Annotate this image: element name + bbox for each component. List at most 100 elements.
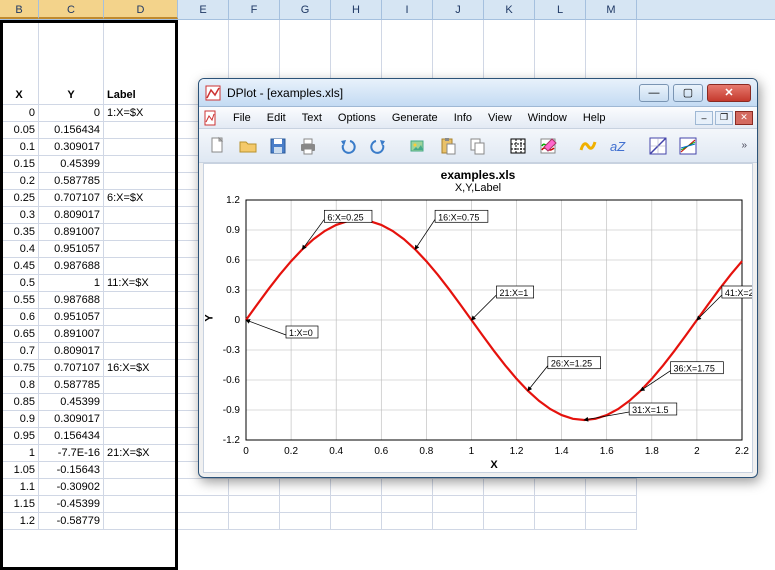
data-cell[interactable]: 1.05 (0, 462, 39, 479)
data-cell[interactable] (331, 496, 382, 513)
header-cell[interactable]: X (0, 20, 39, 105)
data-cell[interactable]: 1.1 (0, 479, 39, 496)
data-cell[interactable]: 0.951057 (39, 309, 104, 326)
data-cell[interactable]: 0.809017 (39, 343, 104, 360)
mdi-close-button[interactable]: ✕ (735, 111, 753, 125)
menu-edit[interactable]: Edit (259, 110, 294, 126)
data-cell[interactable]: 0.2 (0, 173, 39, 190)
data-cell[interactable]: 0.951057 (39, 241, 104, 258)
undo-button[interactable] (335, 133, 361, 159)
minimize-button[interactable]: — (639, 84, 669, 102)
data-cell[interactable]: 0.4 (0, 241, 39, 258)
data-cell[interactable] (331, 479, 382, 496)
data-cell[interactable] (433, 513, 484, 530)
data-cell[interactable] (104, 139, 178, 156)
data-cell[interactable] (104, 156, 178, 173)
data-cell[interactable] (104, 343, 178, 360)
data-cell[interactable]: 0.587785 (39, 377, 104, 394)
data-cell[interactable]: 0.95 (0, 428, 39, 445)
data-cell[interactable]: 6:X=$X (104, 190, 178, 207)
data-cell[interactable] (104, 122, 178, 139)
data-cell[interactable]: 0.309017 (39, 139, 104, 156)
data-cell[interactable]: 0.6 (0, 309, 39, 326)
data-cell[interactable] (382, 496, 433, 513)
data-cell[interactable] (229, 479, 280, 496)
data-cell[interactable]: 0.309017 (39, 411, 104, 428)
data-cell[interactable] (280, 513, 331, 530)
data-cell[interactable] (586, 496, 637, 513)
data-cell[interactable] (484, 479, 535, 496)
menu-info[interactable]: Info (446, 110, 480, 126)
col-header-J[interactable]: J (433, 0, 484, 19)
data-cell[interactable]: 0.3 (0, 207, 39, 224)
data-cell[interactable]: 0.15 (0, 156, 39, 173)
data-cell[interactable] (535, 496, 586, 513)
data-cell[interactable]: 0.891007 (39, 326, 104, 343)
data-cell[interactable] (104, 394, 178, 411)
data-cell[interactable]: 0.25 (0, 190, 39, 207)
data-cell[interactable]: 0.987688 (39, 292, 104, 309)
col-header-K[interactable]: K (484, 0, 535, 19)
linear-scale-button[interactable] (645, 133, 671, 159)
data-cell[interactable]: 0.85 (0, 394, 39, 411)
data-cell[interactable]: 0.809017 (39, 207, 104, 224)
data-cell[interactable] (104, 326, 178, 343)
toolbar-overflow-button[interactable]: » (737, 140, 751, 151)
data-cell[interactable]: -7.7E-16 (39, 445, 104, 462)
data-cell[interactable] (535, 479, 586, 496)
data-cell[interactable] (104, 224, 178, 241)
data-cell[interactable]: 0.45399 (39, 156, 104, 173)
data-cell[interactable]: -0.15643 (39, 462, 104, 479)
data-cell[interactable]: 0.45 (0, 258, 39, 275)
copy-button[interactable] (465, 133, 491, 159)
data-cell[interactable] (229, 496, 280, 513)
col-header-I[interactable]: I (382, 0, 433, 19)
data-cell[interactable] (104, 513, 178, 530)
redo-button[interactable] (365, 133, 391, 159)
data-cell[interactable] (484, 513, 535, 530)
data-cell[interactable] (535, 513, 586, 530)
data-cell[interactable]: 0.9 (0, 411, 39, 428)
new-button[interactable] (205, 133, 231, 159)
close-button[interactable]: ✕ (707, 84, 751, 102)
col-header-H[interactable]: H (331, 0, 382, 19)
data-cell[interactable] (104, 309, 178, 326)
data-cell[interactable] (104, 241, 178, 258)
col-header-F[interactable]: F (229, 0, 280, 19)
data-cell[interactable] (433, 496, 484, 513)
data-cell[interactable]: -0.30902 (39, 479, 104, 496)
data-cell[interactable] (229, 513, 280, 530)
data-cell[interactable]: -0.45399 (39, 496, 104, 513)
grid-settings-button[interactable] (505, 133, 531, 159)
col-header-G[interactable]: G (280, 0, 331, 19)
data-cell[interactable]: 1 (39, 275, 104, 292)
col-header-L[interactable]: L (535, 0, 586, 19)
data-cell[interactable] (280, 479, 331, 496)
menu-generate[interactable]: Generate (384, 110, 446, 126)
titlebar[interactable]: DPlot - [examples.xls] — ▢ ✕ (199, 79, 757, 107)
data-cell[interactable]: 0.45399 (39, 394, 104, 411)
mdi-minimize-button[interactable]: – (695, 111, 713, 125)
data-cell[interactable] (178, 496, 229, 513)
data-cell[interactable] (331, 513, 382, 530)
data-cell[interactable] (178, 479, 229, 496)
data-cell[interactable]: 0 (39, 105, 104, 122)
data-cell[interactable]: 0.7 (0, 343, 39, 360)
run-macro-button[interactable] (575, 133, 601, 159)
data-cell[interactable]: 0.8 (0, 377, 39, 394)
data-cell[interactable]: 11:X=$X (104, 275, 178, 292)
data-cell[interactable]: 0.65 (0, 326, 39, 343)
data-cell[interactable] (104, 207, 178, 224)
data-cell[interactable]: 1.2 (0, 513, 39, 530)
data-cell[interactable]: 0 (0, 105, 39, 122)
menu-options[interactable]: Options (330, 110, 384, 126)
data-cell[interactable]: 0.156434 (39, 428, 104, 445)
data-cell[interactable] (178, 513, 229, 530)
data-cell[interactable] (104, 462, 178, 479)
line-color-button[interactable] (535, 133, 561, 159)
data-cell[interactable]: 0.707107 (39, 360, 104, 377)
header-cell[interactable]: Label (104, 20, 178, 105)
data-cell[interactable]: 0.5 (0, 275, 39, 292)
open-button[interactable] (235, 133, 261, 159)
data-cell[interactable] (586, 479, 637, 496)
